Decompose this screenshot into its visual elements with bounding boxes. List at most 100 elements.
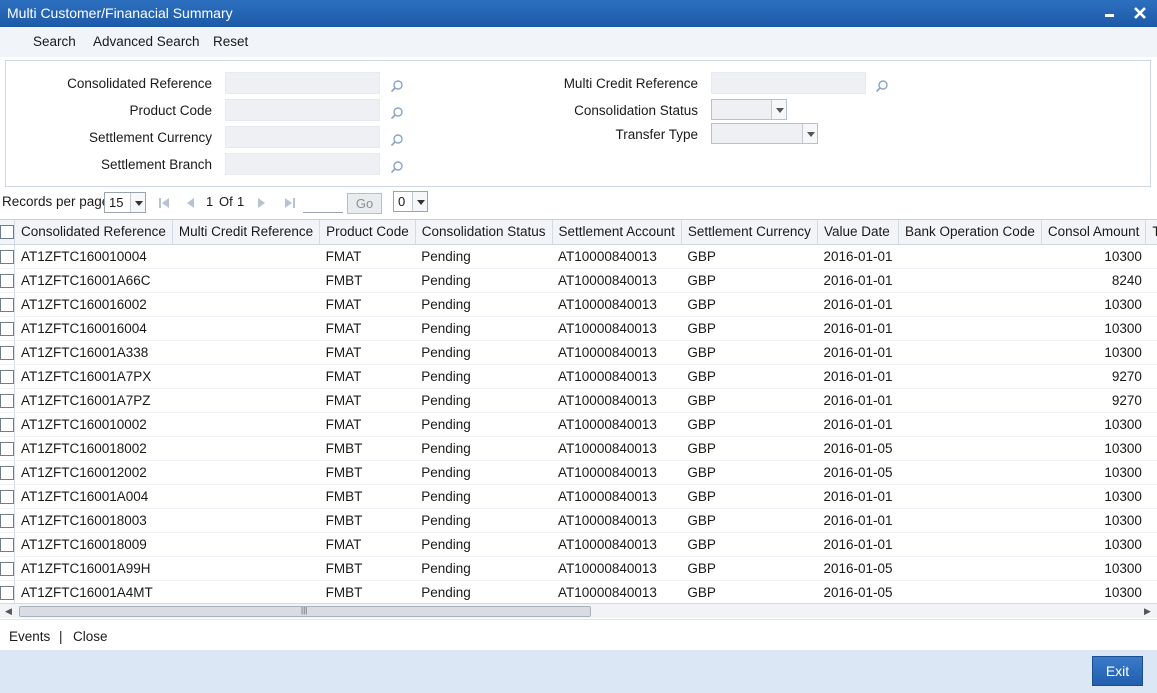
horizontal-scrollbar[interactable]: ◀ ||| ▶ <box>0 603 1157 618</box>
row-checkbox[interactable] <box>0 537 14 552</box>
column-header[interactable]: Consolidated Reference <box>14 220 173 245</box>
table-cell: GBP <box>681 580 818 603</box>
select-all-checkbox[interactable] <box>0 225 14 240</box>
exit-button[interactable]: Exit <box>1092 656 1143 686</box>
row-checkbox-cell[interactable] <box>0 268 15 293</box>
select-all-checkbox-cell[interactable] <box>0 220 15 245</box>
row-checkbox[interactable] <box>0 273 14 288</box>
table-cell <box>172 484 320 509</box>
first-page-icon[interactable] <box>158 197 170 212</box>
row-checkbox-cell[interactable] <box>0 316 15 341</box>
multi-credit-reference-lookup-icon[interactable] <box>875 79 889 93</box>
previous-page-icon[interactable] <box>185 197 195 212</box>
column-header[interactable]: Product Code <box>319 220 416 245</box>
scroll-right-icon[interactable]: ▶ <box>1144 606 1151 617</box>
table-cell <box>1145 268 1157 293</box>
column-header[interactable]: Consol Amount <box>1041 220 1147 245</box>
last-page-icon[interactable] <box>284 197 296 212</box>
table-row[interactable]: AT1ZFTC160016002 FMAT Pending AT10000840013… <box>0 292 1157 317</box>
row-checkbox[interactable] <box>0 369 14 384</box>
column-header[interactable]: Consolidation Status <box>415 220 553 245</box>
selected-count-select[interactable]: 0 <box>393 191 428 212</box>
search-menu-item[interactable]: Search <box>33 34 76 49</box>
table-row[interactable]: AT1ZFTC160018002 FMBT Pending AT10000840013… <box>0 436 1157 461</box>
table-cell <box>1145 292 1157 317</box>
row-checkbox[interactable] <box>0 417 14 432</box>
column-header[interactable]: Value Date <box>817 220 900 245</box>
settlement-branch-lookup-icon[interactable] <box>390 160 404 174</box>
row-checkbox[interactable] <box>0 345 14 360</box>
settlement-currency-input[interactable] <box>225 126 380 148</box>
column-header[interactable]: Bank Operation Code <box>898 220 1042 245</box>
table-row[interactable]: AT1ZFTC16001A7PX FMAT Pending AT10000840013… <box>0 364 1157 389</box>
column-header[interactable]: Settlement Account <box>552 220 682 245</box>
multi-credit-reference-input[interactable] <box>711 72 866 94</box>
table-row[interactable]: AT1ZFTC160018009 FMAT Pending AT10000840013… <box>0 532 1157 557</box>
column-header[interactable]: Multi Credit Reference <box>172 220 321 245</box>
table-row[interactable]: AT1ZFTC16001A4MT FMBT Pending AT10000840013… <box>0 580 1157 603</box>
close-link[interactable]: Close <box>73 629 108 644</box>
next-page-icon[interactable] <box>257 197 267 212</box>
row-checkbox-cell[interactable] <box>0 388 15 413</box>
table-row[interactable]: AT1ZFTC160016004 FMAT Pending AT10000840013… <box>0 316 1157 341</box>
minimize-icon[interactable] <box>1101 4 1119 22</box>
scroll-left-icon[interactable]: ◀ <box>5 606 12 617</box>
go-to-page-input[interactable] <box>303 195 343 213</box>
row-checkbox[interactable] <box>0 465 14 480</box>
row-checkbox-cell[interactable] <box>0 556 15 581</box>
row-checkbox-cell[interactable] <box>0 292 15 317</box>
settlement-currency-lookup-icon[interactable] <box>390 133 404 147</box>
row-checkbox[interactable] <box>0 393 14 408</box>
table-row[interactable]: AT1ZFTC16001A66C FMBT Pending AT10000840013… <box>0 268 1157 293</box>
consolidated-reference-lookup-icon[interactable] <box>390 79 404 93</box>
row-checkbox-cell[interactable] <box>0 580 15 603</box>
table-row[interactable]: AT1ZFTC160010002 FMAT Pending AT10000840013… <box>0 412 1157 437</box>
row-checkbox[interactable] <box>0 249 14 264</box>
table-cell: AT10000840013 <box>552 460 682 485</box>
column-header[interactable]: Settlement Currency <box>681 220 818 245</box>
consolidation-status-select[interactable] <box>711 99 787 120</box>
row-checkbox-cell[interactable] <box>0 532 15 557</box>
row-checkbox[interactable] <box>0 585 14 600</box>
row-checkbox[interactable] <box>0 321 14 336</box>
table-row[interactable]: AT1ZFTC160018003 FMBT Pending AT10000840013… <box>0 508 1157 533</box>
row-checkbox[interactable] <box>0 297 14 312</box>
row-checkbox-cell[interactable] <box>0 412 15 437</box>
scrollbar-thumb[interactable]: ||| <box>19 606 591 617</box>
table-row[interactable]: AT1ZFTC160012002 FMBT Pending AT10000840013… <box>0 460 1157 485</box>
column-header[interactable]: T <box>1145 220 1157 245</box>
go-button[interactable]: Go <box>347 193 382 214</box>
table-row[interactable]: AT1ZFTC16001A338 FMAT Pending AT10000840013… <box>0 340 1157 365</box>
close-icon[interactable] <box>1131 4 1149 22</box>
reset-menu-item[interactable]: Reset <box>213 34 248 49</box>
row-checkbox-cell[interactable] <box>0 460 15 485</box>
row-checkbox-cell[interactable] <box>0 340 15 365</box>
table-row[interactable]: AT1ZFTC16001A99H FMBT Pending AT10000840013… <box>0 556 1157 581</box>
transfer-type-select[interactable] <box>711 123 818 144</box>
product-code-input[interactable] <box>225 99 380 121</box>
table-cell <box>898 292 1042 317</box>
row-checkbox[interactable] <box>0 561 14 576</box>
row-checkbox[interactable] <box>0 489 14 504</box>
consolidated-reference-input[interactable] <box>225 72 380 94</box>
table-row[interactable]: AT1ZFTC16001A7PZ FMAT Pending AT10000840013… <box>0 388 1157 413</box>
table-cell <box>172 292 320 317</box>
row-checkbox[interactable] <box>0 441 14 456</box>
row-checkbox-cell[interactable] <box>0 484 15 509</box>
table-cell: GBP <box>681 268 818 293</box>
row-checkbox-cell[interactable] <box>0 508 15 533</box>
row-checkbox-cell[interactable] <box>0 436 15 461</box>
product-code-lookup-icon[interactable] <box>390 106 404 120</box>
row-checkbox-cell[interactable] <box>0 364 15 389</box>
window-title-bar: Multi Customer/Finanacial Summary <box>0 0 1157 27</box>
row-checkbox-cell[interactable] <box>0 244 15 269</box>
row-checkbox[interactable] <box>0 513 14 528</box>
events-link[interactable]: Events <box>9 629 50 644</box>
table-row[interactable]: AT1ZFTC16001A004 FMBT Pending AT10000840013… <box>0 484 1157 509</box>
advanced-search-menu-item[interactable]: Advanced Search <box>93 34 200 49</box>
records-per-page-select[interactable]: 15 <box>104 192 146 213</box>
settlement-branch-input[interactable] <box>225 153 380 175</box>
table-row[interactable]: AT1ZFTC160010004 FMAT Pending AT10000840013… <box>0 244 1157 269</box>
table-cell <box>898 340 1042 365</box>
table-cell <box>1145 244 1157 269</box>
